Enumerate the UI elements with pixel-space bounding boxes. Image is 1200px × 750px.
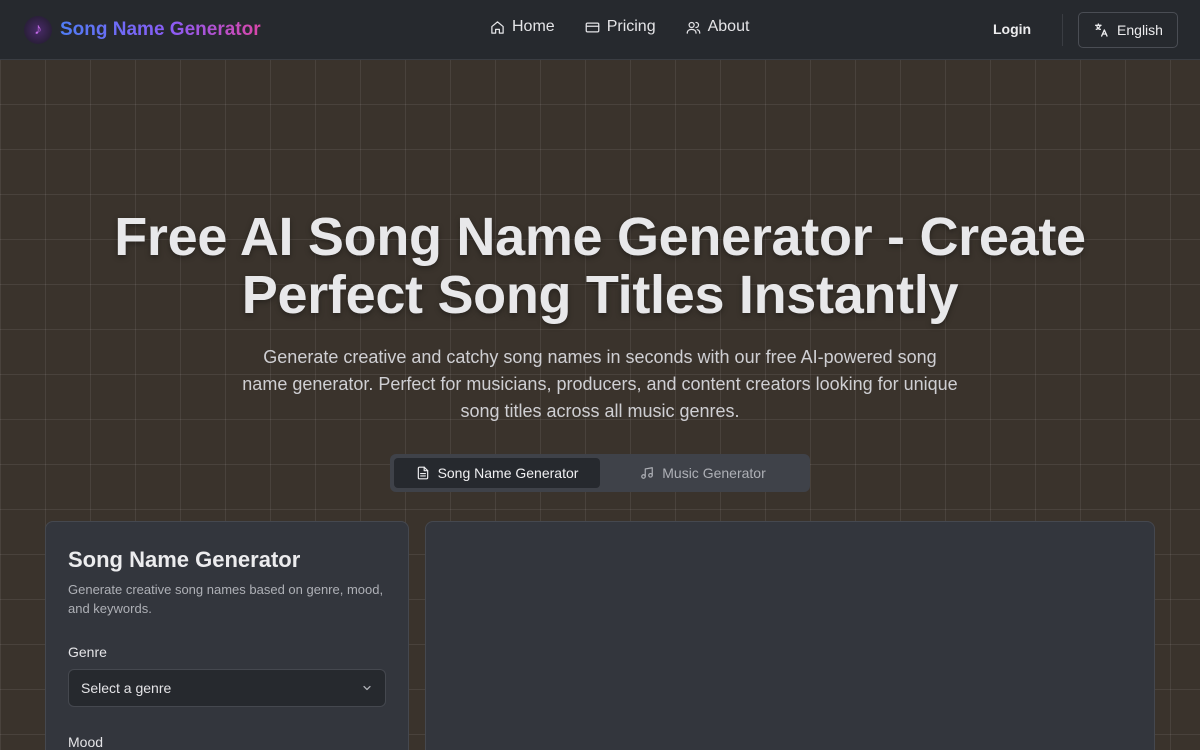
generator-form-panel: Song Name Generator Generate creative so… — [45, 521, 409, 750]
main-nav: Home Pricing About — [490, 18, 749, 36]
brand-logo-link[interactable]: ♪ Song Name Generator — [24, 16, 261, 44]
genre-select[interactable]: Select a genre — [68, 669, 386, 707]
nav-item-about[interactable]: About — [686, 18, 750, 36]
form-title: Song Name Generator — [68, 547, 301, 572]
home-icon — [491, 20, 504, 34]
nav-item-pricing[interactable]: Pricing — [585, 18, 656, 36]
nav-item-home[interactable]: Home — [490, 18, 555, 36]
brand-name: Song Name Generator — [60, 19, 261, 40]
language-label: English — [1117, 22, 1163, 38]
tab-label: Song Name Generator — [437, 465, 579, 481]
login-button[interactable]: Login — [993, 21, 1031, 37]
music-note-logo-icon: ♪ — [24, 16, 52, 44]
generator-tabs: Song Name Generator Music Generator — [390, 454, 810, 492]
translate-icon — [1095, 23, 1108, 37]
genre-select-value: Select a genre — [81, 680, 172, 696]
page-subtitle: Generate creative and catchy song names … — [242, 347, 958, 421]
music-note-icon — [641, 467, 654, 479]
tab-song-name-generator[interactable]: Song Name Generator — [394, 458, 600, 488]
tab-music-generator[interactable]: Music Generator — [600, 458, 806, 488]
users-icon — [686, 21, 700, 34]
language-selector-button[interactable]: English — [1078, 12, 1178, 48]
nav-item-label: Home — [512, 18, 555, 35]
header-divider — [1062, 14, 1063, 46]
page-title: Free AI Song Name Generator - Create Per… — [114, 207, 1086, 325]
nav-item-label: About — [707, 18, 750, 35]
mood-label: Mood — [68, 734, 104, 750]
nav-item-label: Pricing — [606, 18, 656, 35]
genre-label: Genre — [68, 644, 107, 660]
card-icon — [585, 22, 600, 32]
tab-label: Music Generator — [662, 465, 766, 481]
chevron-down-icon — [363, 685, 371, 691]
results-panel — [425, 521, 1155, 750]
form-description: Generate creative song names based on ge… — [68, 582, 384, 616]
document-icon — [417, 466, 428, 480]
top-navigation-bar: ♪ Song Name Generator Home Pricing About… — [0, 0, 1200, 60]
